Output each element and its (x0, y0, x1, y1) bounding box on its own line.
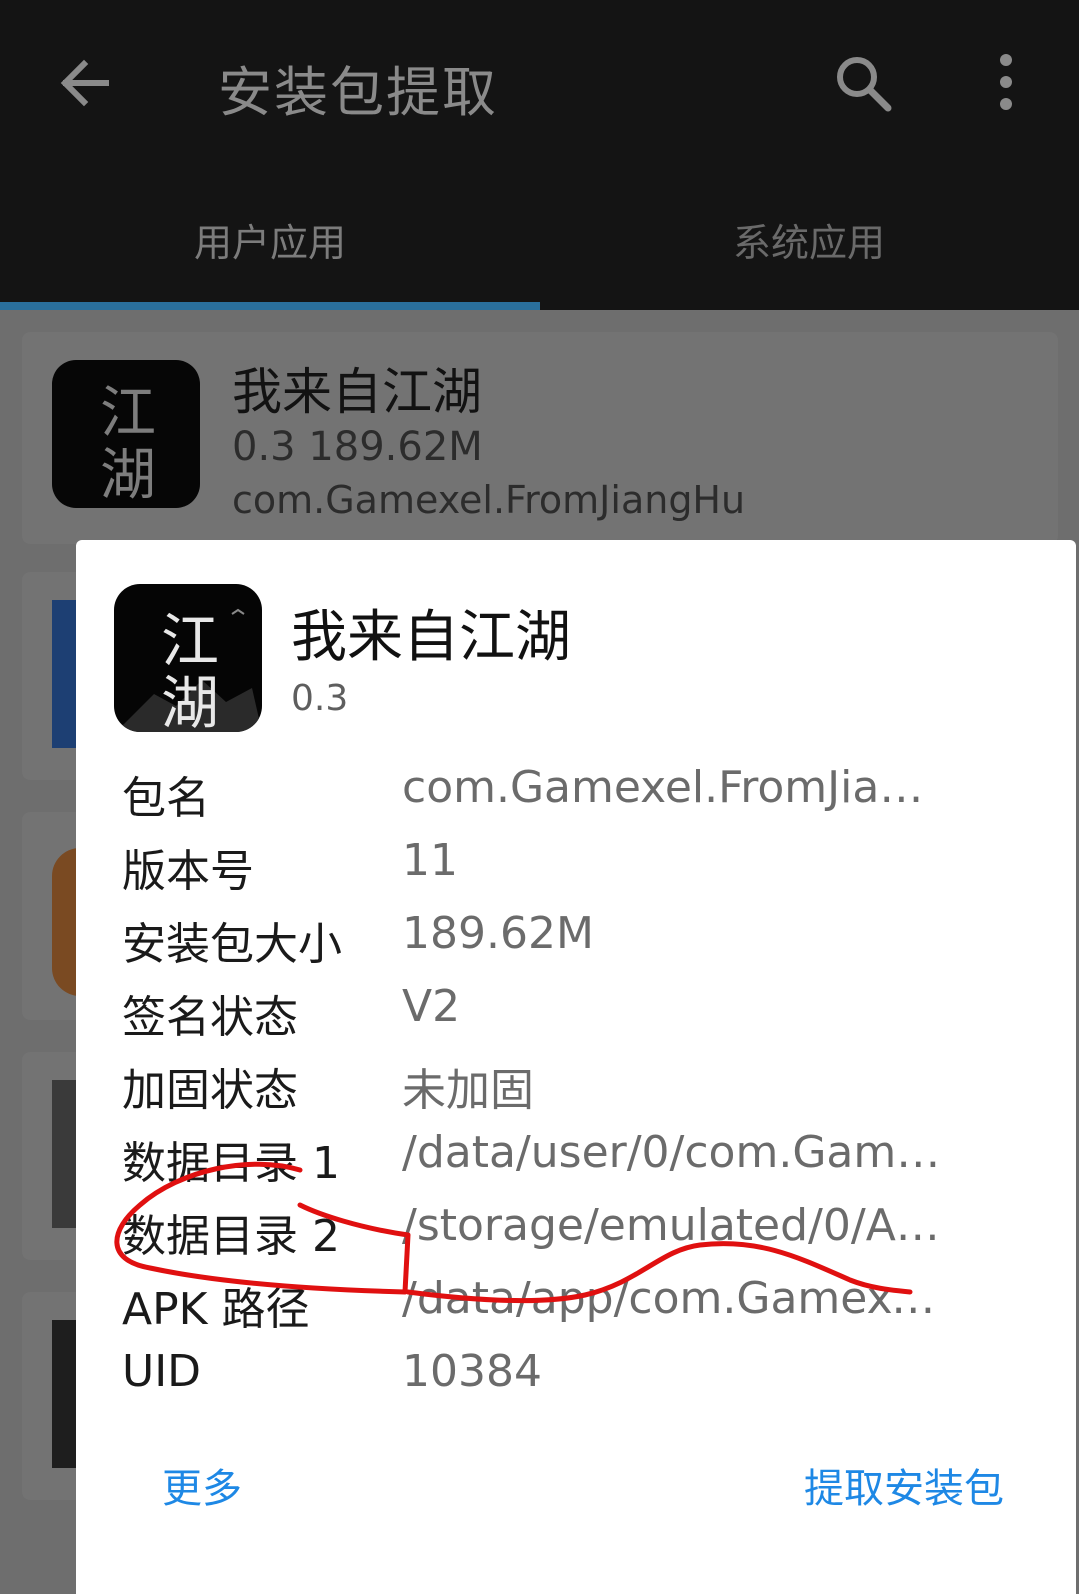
info-value: 10384 (402, 1346, 542, 1397)
tab-user-apps[interactable]: 用户应用 (0, 212, 540, 267)
dialog-app-icon: 江 湖 (114, 584, 262, 732)
more-vert-icon[interactable] (988, 52, 1024, 116)
app-icon-glyph: 湖 (160, 669, 219, 732)
info-row-uid: UID 10384 (122, 1346, 1052, 1418)
info-row-size: 安装包大小 189.62M (122, 908, 1052, 980)
back-arrow-icon[interactable] (54, 52, 116, 114)
dialog-app-version: 0.3 (291, 678, 349, 719)
info-row-apk-path: APK 路径 /data/app/com.Gamexel.FromJiangHu (122, 1273, 1052, 1345)
app-info-dialog: 江 湖 我来自江湖 0.3 包名 com.Gamexel.FromJiangHu… (76, 540, 1076, 1594)
info-value[interactable]: /data/user/0/com.Gamexel.FromJiangHu (402, 1127, 942, 1178)
info-row-version-code: 版本号 11 (122, 835, 1052, 907)
info-value: 未加固 (402, 1065, 534, 1116)
tab-indicator (0, 302, 540, 310)
info-label: 签名状态 (122, 992, 298, 1043)
info-value: 11 (402, 835, 458, 886)
app-bar: 安装包提取 用户应用 系统应用 (0, 0, 1079, 310)
page-title: 安装包提取 (218, 61, 498, 124)
info-label: 数据目录 2 (122, 1211, 340, 1262)
dialog-app-name: 我来自江湖 (291, 605, 571, 670)
info-value: 189.62M (402, 908, 594, 959)
info-value[interactable]: /storage/emulated/0/Android/data/com.Gam… (402, 1200, 942, 1251)
info-label: 版本号 (122, 846, 254, 897)
more-button[interactable]: 更多 (162, 1456, 242, 1514)
app-version-size: 0.3 189.62M (232, 424, 483, 470)
info-label: APK 路径 (122, 1284, 310, 1335)
search-icon[interactable] (832, 52, 894, 114)
app-name: 我来自江湖 (232, 363, 482, 421)
info-row-data-dir-1: 数据目录 1 /data/user/0/com.Gamexel.FromJian… (122, 1127, 1052, 1199)
info-label: 包名 (122, 773, 210, 824)
info-row-signature: 签名状态 V2 (122, 981, 1052, 1053)
info-row-package: 包名 com.Gamexel.FromJiangHu (122, 762, 1052, 834)
info-value: com.Gamexel.FromJiangHu (402, 762, 942, 813)
app-icon: 江 湖 (52, 360, 200, 508)
app-icon-glyph: 湖 (100, 443, 156, 508)
list-item[interactable]: 江 湖 我来自江湖 0.3 189.62M com.Gamexel.FromJi… (22, 332, 1058, 544)
info-row-hardening: 加固状态 未加固 (122, 1054, 1052, 1126)
info-value: V2 (402, 981, 461, 1032)
app-package: com.Gamexel.FromJiangHu (232, 478, 746, 522)
info-label: 加固状态 (122, 1065, 298, 1116)
info-row-data-dir-2: 数据目录 2 /storage/emulated/0/Android/data/… (122, 1200, 1052, 1272)
info-label: 安装包大小 (122, 919, 342, 970)
extract-apk-button[interactable]: 提取安装包 (804, 1456, 1004, 1514)
info-label: UID (122, 1346, 202, 1397)
tab-system-apps[interactable]: 系统应用 (539, 212, 1079, 267)
info-value[interactable]: /data/app/com.Gamexel.FromJiangHu (402, 1273, 942, 1324)
info-label: 数据目录 1 (122, 1138, 340, 1189)
